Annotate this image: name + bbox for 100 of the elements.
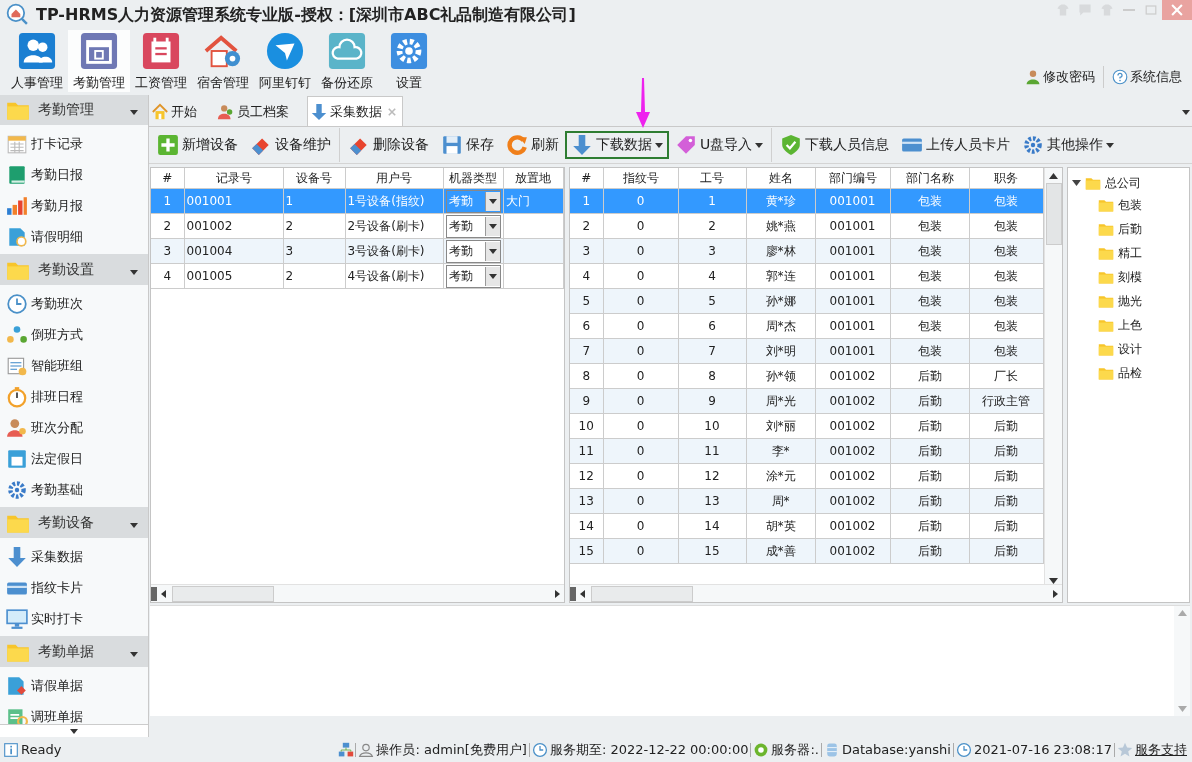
status-text: 2021-07-16 23:08:17 bbox=[973, 742, 1112, 757]
plus-icon bbox=[157, 134, 179, 156]
sidebar-item[interactable]: 排班日程 bbox=[0, 381, 148, 412]
network-icon bbox=[338, 741, 355, 758]
toolbar-button[interactable]: 下载人员信息 bbox=[774, 131, 896, 159]
scroll-left-arrow-icon[interactable] bbox=[161, 589, 166, 598]
table-cell: 姚*燕 bbox=[746, 213, 815, 239]
table-cell: 0 bbox=[603, 463, 678, 489]
module-button[interactable]: 人事管理 bbox=[6, 30, 68, 92]
table-cell: 6 bbox=[570, 313, 603, 339]
sidebar-item[interactable]: 考勤基础 bbox=[0, 474, 148, 505]
machine-type-dropdown[interactable]: 考勤 bbox=[445, 214, 501, 238]
service-support-link[interactable]: 服务支持 bbox=[1135, 740, 1187, 759]
tree-node[interactable]: 包装 bbox=[1094, 193, 1142, 217]
sidebar-item[interactable]: 采集数据 bbox=[0, 541, 148, 572]
sidebar-item[interactable]: 指纹卡片 bbox=[0, 572, 148, 603]
tree-node[interactable]: 品检 bbox=[1094, 361, 1142, 385]
table-cell: 1 bbox=[151, 188, 184, 214]
sidebar-item[interactable]: 班次分配 bbox=[0, 412, 148, 443]
table-cell: 郭*连 bbox=[746, 263, 815, 289]
tab[interactable]: 开始 bbox=[149, 98, 203, 126]
tree-node[interactable]: 总公司 bbox=[1068, 171, 1141, 195]
scroll-down-arrow-icon[interactable] bbox=[1049, 578, 1058, 584]
sidebar-item[interactable]: 请假明细 bbox=[0, 221, 148, 252]
stopwatch-icon bbox=[6, 385, 28, 408]
tree-node[interactable]: 上色 bbox=[1094, 313, 1142, 337]
toolbar-button[interactable]: 刷新 bbox=[500, 131, 565, 159]
tab[interactable]: 采集数据 bbox=[307, 96, 403, 126]
column-header: 指纹号 bbox=[603, 168, 678, 189]
header-link[interactable]: 系统信息 bbox=[1104, 68, 1190, 86]
tab[interactable]: 员工档案 bbox=[215, 98, 295, 126]
machine-type-dropdown[interactable]: 考勤 bbox=[445, 264, 501, 288]
sidebar-item[interactable]: 倒班方式 bbox=[0, 319, 148, 350]
sidebar-item[interactable]: 法定假日 bbox=[0, 443, 148, 474]
table-cell: 0 bbox=[603, 263, 678, 289]
scrollbar-thumb[interactable] bbox=[591, 585, 693, 602]
dropdown-button[interactable]: 下载数据 bbox=[565, 131, 669, 159]
sidebar-item[interactable]: 请假单据 bbox=[0, 670, 148, 701]
tree-node[interactable]: 精工 bbox=[1094, 241, 1142, 265]
sidebar-item[interactable]: 考勤班次 bbox=[0, 288, 148, 319]
caret-icon bbox=[755, 142, 764, 148]
sidebar-item[interactable]: 实时打卡 bbox=[0, 603, 148, 634]
scroll-down-button[interactable] bbox=[0, 724, 148, 737]
table-cell: 2 bbox=[283, 213, 345, 239]
dropdown-button[interactable]: 其他操作 bbox=[1016, 131, 1121, 159]
table-cell: 001002 bbox=[815, 463, 890, 489]
server-status-icon bbox=[753, 741, 770, 758]
sidebar-group-header[interactable]: 考勤单据 bbox=[0, 636, 148, 667]
scroll-up-arrow-icon[interactable] bbox=[1049, 173, 1058, 179]
machine-type-dropdown[interactable]: 考勤 bbox=[445, 239, 501, 263]
sidebar-item[interactable]: 考勤日报 bbox=[0, 159, 148, 190]
toolbar-button[interactable]: 保存 bbox=[435, 131, 500, 159]
table-cell: 2 bbox=[570, 213, 603, 239]
table-cell: 后勤 bbox=[890, 413, 969, 439]
table-cell: 10 bbox=[678, 413, 746, 439]
toolbar-button[interactable]: 上传人员卡片 bbox=[895, 131, 1017, 159]
module-button[interactable]: 工资管理 bbox=[130, 30, 192, 92]
module-button[interactable]: 宿舍管理 bbox=[192, 30, 254, 92]
table-cell: 13 bbox=[570, 488, 603, 514]
tree-node[interactable]: 后勤 bbox=[1094, 217, 1142, 241]
toolbar-button[interactable]: 删除设备 bbox=[342, 131, 435, 159]
table-cell: 8 bbox=[570, 363, 603, 389]
close-button[interactable] bbox=[1162, 0, 1192, 20]
table-cell: 11 bbox=[570, 438, 603, 464]
sidebar-item[interactable]: 智能班组 bbox=[0, 350, 148, 381]
horizontal-scrollbar[interactable] bbox=[570, 584, 1062, 602]
column-header: 工号 bbox=[678, 168, 746, 189]
table-cell: 3 bbox=[570, 238, 603, 264]
scroll-left-arrow-icon[interactable] bbox=[580, 589, 585, 598]
sidebar-group-header[interactable]: 考勤设置 bbox=[0, 254, 148, 285]
folder-icon bbox=[1098, 197, 1114, 213]
scroll-right-arrow-icon[interactable] bbox=[1053, 589, 1058, 598]
people-icon bbox=[6, 323, 28, 346]
tree-node[interactable]: 设计 bbox=[1094, 337, 1142, 361]
caret-icon bbox=[488, 198, 497, 204]
module-button[interactable]: 设置 bbox=[378, 30, 440, 92]
scroll-right-arrow-icon[interactable] bbox=[555, 589, 560, 598]
tree-node[interactable]: 刻模 bbox=[1094, 265, 1142, 289]
module-button[interactable]: 考勤管理 bbox=[68, 30, 130, 92]
header-link[interactable]: 修改密码 bbox=[1017, 68, 1103, 86]
sidebar-group-header[interactable]: 考勤管理 bbox=[0, 95, 148, 125]
table-cell: 1号设备(指纹) bbox=[345, 188, 443, 214]
vertical-scrollbar[interactable] bbox=[1044, 168, 1062, 584]
toolbar-button[interactable]: 新增设备 bbox=[151, 131, 244, 159]
scrollbar-thumb[interactable] bbox=[1045, 183, 1062, 245]
sidebar-item[interactable]: 考勤月报 bbox=[0, 190, 148, 221]
caret-icon bbox=[70, 728, 78, 734]
sidebar-group-header[interactable]: 考勤设备 bbox=[0, 507, 148, 538]
scrollbar-thumb[interactable] bbox=[172, 585, 274, 602]
tree-node[interactable]: 抛光 bbox=[1094, 289, 1142, 313]
toolbar-button[interactable]: 设备维护 bbox=[244, 131, 337, 159]
module-button[interactable]: 阿里钉钉 bbox=[254, 30, 316, 92]
module-button[interactable]: 备份还原 bbox=[316, 30, 378, 92]
horizontal-scrollbar[interactable] bbox=[151, 584, 564, 602]
table-cell: 4 bbox=[151, 263, 184, 289]
caret-icon bbox=[130, 269, 138, 275]
paper-plane-icon bbox=[265, 32, 305, 70]
calendar-icon bbox=[6, 447, 28, 470]
sidebar-item[interactable]: 打卡记录 bbox=[0, 128, 148, 159]
dropdown-button[interactable]: U盘导入 bbox=[669, 131, 770, 159]
